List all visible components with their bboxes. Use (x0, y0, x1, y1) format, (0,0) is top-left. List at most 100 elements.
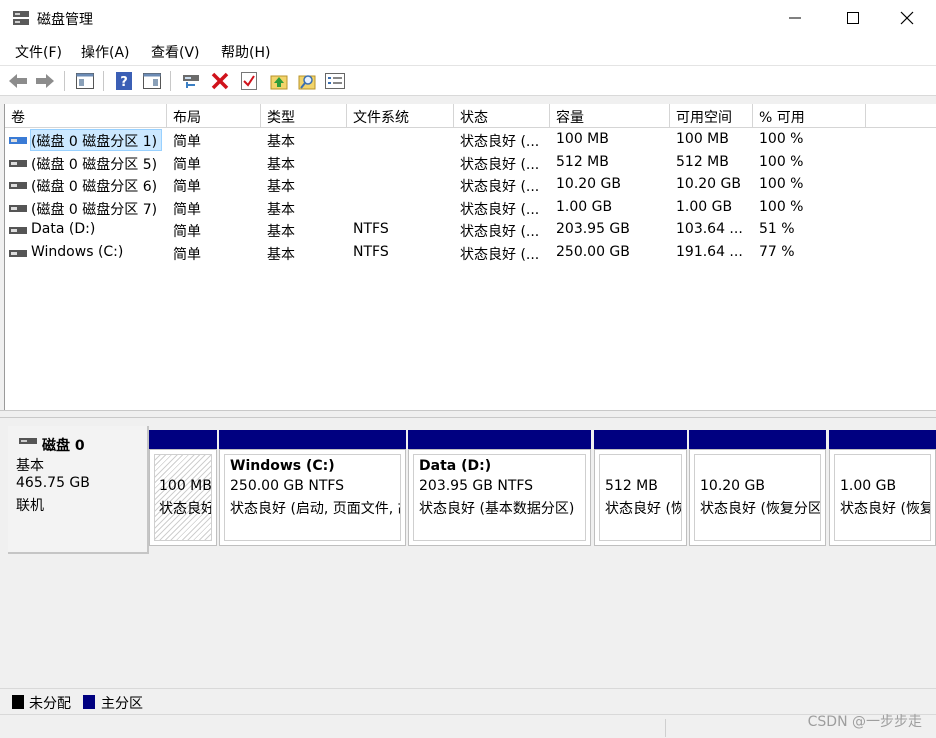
column-capacity[interactable]: 容量 (550, 104, 670, 128)
partition-6[interactable]: 10.20 GB 状态良好 (恢复分区) (689, 430, 826, 546)
cell-layout: 简单 (173, 201, 201, 218)
watermark: CSDN @一步步走 (807, 714, 922, 730)
cell-pct: 100 % (759, 131, 804, 147)
volume-icon (9, 137, 27, 144)
disk-map: 磁盘 0 基本 465.75 GB 联机 100 MB 状态良好 Windows… (4, 418, 936, 688)
cell-fs: NTFS (353, 243, 389, 260)
primary-partition-bar (829, 430, 936, 449)
table-row[interactable]: (磁盘 0 磁盘分区 5) 简单 基本 状态良好 (... 512 MB 512 MB 10… (5, 152, 936, 174)
volume-icon (9, 159, 27, 167)
volume-icon (9, 227, 27, 234)
cell-free: 191.64 ... (676, 243, 743, 260)
column-filesystem[interactable]: 文件系统 (347, 104, 454, 128)
table-row[interactable]: Data (D:) 简单 基本 NTFS 状态良好 (... 203.95 GB 103.6… (5, 219, 936, 241)
forward-icon (36, 74, 54, 88)
table-row[interactable]: (磁盘 0 磁盘分区 1) 简单 基本 状态良好 (... 100 MB 100 MB 10… (5, 129, 936, 151)
minimize-button[interactable] (766, 0, 824, 36)
partition-1[interactable]: 100 MB 状态良好 (149, 430, 217, 546)
legend: 未分配 主分区 (0, 688, 936, 714)
maximize-button[interactable] (824, 0, 882, 36)
volume-icon (9, 182, 27, 189)
cell-type: 基本 (267, 156, 295, 173)
details-button[interactable] (325, 71, 345, 91)
menu-file[interactable]: 文件(F) (15, 42, 62, 62)
legend-primary-swatch (83, 695, 95, 709)
volume-icon (9, 204, 27, 212)
partition-5[interactable]: 512 MB 状态良好 (恢复分区) (594, 430, 687, 546)
cell-layout: 简单 (173, 179, 201, 195)
console-tree-button[interactable] (75, 71, 95, 91)
table-row[interactable]: Windows (C:) 简单 基本 NTFS 状态良好 (... 250.00 GB 19… (5, 242, 936, 264)
column-percent-free[interactable]: % 可用 (753, 104, 866, 128)
partition-status: 状态良好 (启动, 页面文件, 故障转储, 主分区) (230, 501, 400, 517)
properties-button[interactable] (239, 71, 259, 91)
partition-status: 状态良好 (159, 501, 212, 517)
table-row[interactable]: (磁盘 0 磁盘分区 6) 简单 基本 状态良好 (... 10.20 GB 10.20 … (5, 174, 936, 196)
back-icon (9, 74, 27, 88)
pane-splitter[interactable] (0, 410, 936, 418)
cell-status: 状态良好 (... (460, 134, 540, 150)
column-type[interactable]: 类型 (261, 104, 347, 128)
up-button[interactable] (269, 71, 289, 91)
cell-layout: 简单 (173, 246, 201, 263)
svg-text:?: ? (120, 75, 128, 90)
volume-name: (磁盘 0 磁盘分区 6) (31, 179, 158, 195)
toolbar-separator (64, 71, 65, 91)
cell-fs: NTFS (353, 221, 389, 237)
table-row[interactable]: (磁盘 0 磁盘分区 7) 简单 基本 状态良好 (... 1.00 GB 1.00 GB… (5, 197, 936, 219)
toolbar-separator (170, 71, 171, 91)
details-icon (325, 73, 345, 89)
partition-data[interactable]: Data (D:) 203.95 GB NTFS 状态良好 (基本数据分区) (408, 430, 591, 546)
help-icon: ? (116, 72, 132, 90)
column-volume[interactable]: 卷 (5, 104, 167, 128)
volume-list[interactable]: 卷 布局 类型 文件系统 状态 容量 可用空间 % 可用 (磁盘 0 磁盘分区 … (4, 104, 936, 410)
cell-type: 基本 (267, 134, 295, 150)
legend-unallocated-swatch (12, 695, 24, 709)
search-button[interactable] (297, 71, 317, 91)
minimize-icon (789, 17, 801, 19)
partition-size: 250.00 GB NTFS (230, 478, 345, 494)
column-layout[interactable]: 布局 (167, 104, 261, 128)
cell-free: 103.64 ... (676, 221, 743, 237)
cell-layout: 简单 (173, 156, 201, 173)
partition-size: 1.00 GB (840, 478, 897, 494)
close-icon (900, 11, 914, 25)
forward-button[interactable] (35, 71, 55, 91)
menu-view[interactable]: 查看(V) (151, 42, 200, 62)
close-button[interactable] (878, 0, 936, 36)
disk-icon (19, 438, 37, 444)
disk-label[interactable]: 磁盘 0 基本 465.75 GB 联机 (8, 426, 149, 554)
delete-button[interactable] (210, 71, 230, 91)
maximize-icon (847, 12, 859, 24)
partition-7[interactable]: 1.00 GB 状态良好 (恢复分区) (829, 430, 936, 546)
column-status[interactable]: 状态 (454, 104, 550, 128)
cell-free: 10.20 GB (676, 176, 741, 192)
partition-status: 状态良好 (恢复分区) (605, 501, 681, 517)
column-free-space[interactable]: 可用空间 (670, 104, 753, 128)
cell-free: 512 MB (676, 153, 729, 170)
disk-management-icon (13, 11, 29, 25)
partition-windows[interactable]: Windows (C:) 250.00 GB NTFS 状态良好 (启动, 页面… (219, 430, 406, 546)
menu-action[interactable]: 操作(A) (81, 42, 130, 62)
cell-type: 基本 (267, 246, 295, 263)
cell-status: 状态良好 (... (460, 224, 540, 240)
show-pane-icon (143, 73, 161, 89)
menu-help[interactable]: 帮助(H) (221, 42, 270, 62)
volume-icon (9, 249, 27, 257)
window-title: 磁盘管理 (37, 12, 93, 28)
delete-icon (211, 72, 229, 90)
cell-pct: 51 % (759, 221, 795, 237)
disk-name: 磁盘 0 (42, 438, 85, 454)
menu-bar: 文件(F) 操作(A) 查看(V) 帮助(H) (0, 36, 936, 66)
status-bar (0, 714, 936, 738)
partition-size: 512 MB (605, 478, 658, 494)
disk-type: 基本 (16, 458, 44, 474)
partition-name: Data (D:) (419, 458, 492, 474)
volume-name: (磁盘 0 磁盘分区 5) (31, 156, 158, 173)
cell-status: 状态良好 (... (460, 179, 540, 195)
connect-disk-button[interactable] (181, 71, 201, 91)
back-button[interactable] (8, 71, 28, 91)
show-pane-button[interactable] (142, 71, 162, 91)
partition-size: 203.95 GB NTFS (419, 478, 534, 494)
help-button[interactable]: ? (114, 71, 134, 91)
